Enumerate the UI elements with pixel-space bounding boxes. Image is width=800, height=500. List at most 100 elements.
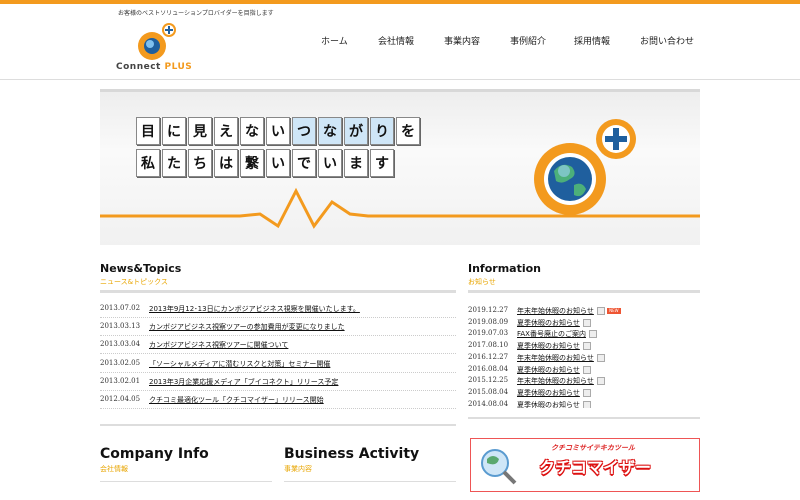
hero-tiles-row2: 私たちは繋いでいます [136, 149, 394, 177]
document-icon [588, 330, 597, 339]
info-item[interactable]: 2015.08.04 夏季休暇のお知らせ [468, 387, 700, 399]
news-link[interactable]: 2013年9月12･13日にカンボジアビジネス視察を開催いたします。 [149, 304, 360, 314]
info-section-subtitle: お知らせ [468, 278, 496, 286]
info-item[interactable]: 2014.08.04 夏季休暇のお知らせ [468, 399, 700, 408]
nav-case-studies[interactable]: 事例紹介 [510, 34, 546, 47]
news-date: 2012.04.05 [100, 395, 141, 403]
hero-tile: え [214, 117, 238, 145]
news-item[interactable]: 2013.07.02 2013年9月12･13日にカンボジアビジネス視察を開催いた… [100, 302, 456, 318]
info-item[interactable]: 2016.12.27 年末年始休暇のお知らせ [468, 352, 700, 364]
news-separator [100, 389, 456, 392]
news-item[interactable]: 2013.02.01 2013年3月企業応援メディア「ブイコネクト」リリース予定 [100, 375, 456, 391]
hero-tile: が [344, 117, 368, 145]
site-tagline: お客様のベストソリューションプロバイダーを目指します [118, 10, 274, 17]
nav-home[interactable]: ホーム [321, 34, 348, 47]
nav-recruit[interactable]: 採用情報 [574, 34, 610, 47]
info-item[interactable]: 2019.12.27 年末年始休暇のお知らせ NEW [468, 305, 700, 317]
news-item[interactable]: 2013.02.05 「ソーシャルメディアに潜むリスクと対策」セミナー開催 [100, 357, 456, 373]
info-link[interactable]: 夏季休暇のお知らせ [517, 400, 591, 408]
info-link-text[interactable]: 夏季休暇のお知らせ [517, 342, 580, 350]
magnifier-globe-icon [481, 449, 517, 485]
globe-plus-logo-icon [534, 119, 636, 215]
news-bottom-divider [100, 424, 456, 426]
news-item[interactable]: 2013.03.04 カンボジアビジネス視察ツアーに開催ついて [100, 338, 456, 355]
news-date: 2013.03.04 [100, 340, 141, 349]
hero-banner: 目に見えないつながりを 私たちは繋いでいます [100, 89, 700, 245]
info-link-text[interactable]: 夏季休暇のお知らせ [517, 389, 580, 397]
logo-wordmark-main: Connect [116, 62, 161, 72]
news-section-subtitle: ニュース&トピックス [100, 278, 168, 286]
info-link-text[interactable]: 年末年始休暇のお知らせ [517, 307, 594, 315]
news-date: 2013.07.02 [100, 304, 141, 312]
hero-tile: い [318, 149, 342, 177]
info-item[interactable]: 2015.12.25 年末年始休暇のお知らせ [468, 375, 700, 387]
news-item[interactable]: 2013.03.13 カンボジアビジネス視察ツアーの参加費用が変更になりました [100, 320, 456, 337]
document-icon [582, 342, 591, 351]
info-link[interactable]: 夏季休暇のお知らせ [517, 341, 591, 351]
info-date: 2014.08.04 [468, 399, 509, 408]
info-link[interactable]: 年末年始休暇のお知らせ NEW [517, 306, 621, 316]
info-date: 2019.12.27 [468, 306, 509, 314]
info-date: 2016.12.27 [468, 352, 509, 361]
info-item[interactable]: 2017.08.10 夏季休暇のお知らせ [468, 340, 700, 352]
document-icon [596, 307, 605, 315]
info-link-text[interactable]: FAX番号廃止のご案内 [517, 330, 586, 338]
info-item[interactable]: 2016.08.04 夏季休暇のお知らせ [468, 364, 700, 376]
info-link[interactable]: 夏季休暇のお知らせ [517, 318, 591, 328]
hero-tile: つ [292, 117, 316, 145]
news-separator [100, 371, 456, 374]
hero-tile: い [266, 117, 290, 145]
news-item[interactable]: 2012.04.05 クチコミ最適化ツール「クチコマイザー」リリース開始 [100, 393, 456, 409]
news-date: 2013.02.05 [100, 358, 141, 367]
hero-tile: 目 [136, 117, 160, 145]
nav-business[interactable]: 事業内容 [444, 34, 480, 47]
hero-tile: ち [188, 149, 212, 177]
info-link[interactable]: FAX番号廃止のご案内 [517, 329, 597, 339]
business-activity-divider [284, 481, 456, 482]
hero-tile: す [370, 149, 394, 177]
info-item[interactable]: 2019.08.09 夏季休暇のお知らせ [468, 317, 700, 329]
info-date: 2015.08.04 [468, 387, 509, 396]
hero-tiles-row1: 目に見えないつながりを [136, 117, 420, 145]
news-link[interactable]: 2013年3月企業応援メディア「ブイコネクト」リリース予定 [149, 377, 338, 387]
business-activity-title[interactable]: Business Activity [284, 446, 419, 462]
main-navigation: ホーム 会社情報 事業内容 事例紹介 採用情報 お問い合わせ [300, 34, 710, 48]
info-link[interactable]: 夏季休暇のお知らせ [517, 365, 591, 375]
info-link-text[interactable]: 年末年始休暇のお知らせ [517, 354, 594, 362]
document-icon [582, 318, 591, 327]
banner-tagline: クチコミサイテキカツール [551, 444, 635, 452]
nav-company-info[interactable]: 会社情報 [378, 34, 414, 47]
news-separator [100, 353, 456, 355]
news-separator [100, 335, 456, 337]
info-list[interactable]: 2019.12.27 年末年始休暇のお知らせ NEW 2019.08.09 夏季休暇のお… [468, 300, 700, 408]
hero-tile: り [370, 117, 394, 145]
logo-wordmark: Connect PLUS [116, 62, 192, 72]
info-link-text[interactable]: 夏季休暇のお知らせ [517, 401, 580, 408]
news-date: 2013.02.01 [100, 376, 141, 385]
nav-contact[interactable]: お問い合わせ [640, 34, 694, 47]
info-link[interactable]: 夏季休暇のお知らせ [517, 388, 591, 398]
kuchikomizer-banner[interactable]: クチコミサイテキカツール クチコマイザー [470, 438, 700, 492]
news-date: 2013.03.13 [100, 322, 141, 331]
news-separator [100, 408, 456, 410]
info-link[interactable]: 年末年始休暇のお知らせ [517, 376, 605, 386]
hero-tile: 私 [136, 149, 160, 177]
hero-tile: ま [344, 149, 368, 177]
info-link-text[interactable]: 夏季休暇のお知らせ [517, 366, 580, 374]
company-info-title[interactable]: Company Info [100, 446, 209, 462]
logo-wordmark-accent: PLUS [164, 62, 193, 72]
news-link[interactable]: カンボジアビジネス視察ツアーの参加費用が変更になりました [149, 322, 345, 332]
info-item[interactable]: 2019.07.03 FAX番号廃止のご案内 [468, 328, 700, 340]
info-link[interactable]: 年末年始休暇のお知らせ [517, 353, 605, 363]
news-link[interactable]: 「ソーシャルメディアに潜むリスクと対策」セミナー開催 [149, 359, 330, 369]
info-link-text[interactable]: 夏季休暇のお知らせ [517, 319, 580, 327]
info-divider [468, 290, 700, 293]
info-date: 2019.07.03 [468, 329, 509, 338]
document-icon [596, 377, 605, 386]
info-date: 2017.08.10 [468, 341, 509, 350]
news-link[interactable]: カンボジアビジネス視察ツアーに開催ついて [149, 340, 288, 350]
document-icon [596, 353, 605, 362]
news-link[interactable]: クチコミ最適化ツール「クチコマイザー」リリース開始 [149, 395, 324, 405]
info-section-title: Information [468, 262, 541, 275]
info-link-text[interactable]: 年末年始休暇のお知らせ [517, 377, 594, 385]
